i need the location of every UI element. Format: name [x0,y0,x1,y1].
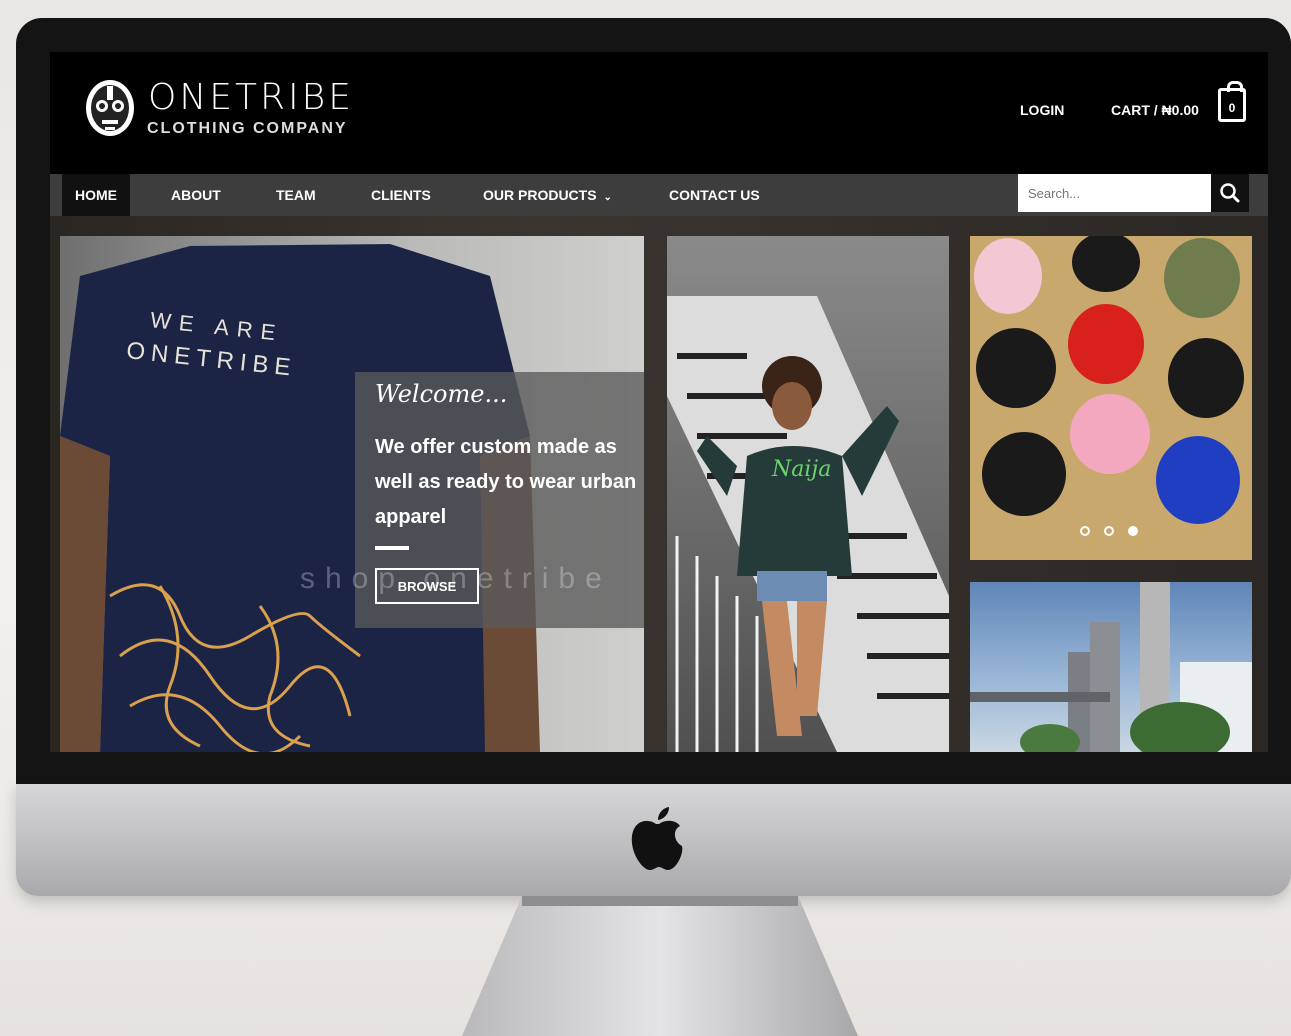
slider-dot-2[interactable] [1104,526,1114,536]
slider-dot-3[interactable] [1128,526,1138,536]
search-input[interactable] [1018,174,1211,212]
stairs-illustration: Naija [667,296,949,752]
nav-item-clients[interactable]: CLIENTS [371,174,431,216]
welcome-heading: Welcome... [375,380,508,408]
nav-item-label: OUR PRODUCTS [483,187,597,203]
hero-tagline: We offer custom made as well as ready to… [375,436,637,528]
hero-section: WE ARE ONETRIBE Welcome... We offer cust… [50,216,1268,752]
nav-item-contact-us[interactable]: CONTACT US [669,174,760,216]
slider-dot-1[interactable] [1080,526,1090,536]
chevron-down-icon: ⌄ [603,192,612,203]
nav-item-our-products[interactable]: OUR PRODUCTS ⌄ [483,174,612,216]
hero-caps-image [970,236,1252,560]
tribal-mask-logo-icon[interactable] [82,78,138,142]
caps-illustration [974,236,1244,524]
hero-tshirt-image: WE ARE ONETRIBE Welcome... We offer cust… [60,236,644,752]
brand-name[interactable]: ONETRIBE [148,78,354,118]
cart-link[interactable]: CART / ₦0.00 [1111,102,1199,118]
cart-bag-icon[interactable]: 0 [1218,81,1246,122]
hero-model-image: Naija [667,236,949,752]
nav-item-about[interactable]: ABOUT [171,174,221,216]
search-icon [1220,183,1240,203]
watermark-text: shop onetribe [300,562,612,595]
divider [375,546,409,550]
nav-item-team[interactable]: TEAM [276,174,316,216]
city-illustration [970,582,1252,752]
search-button[interactable] [1211,174,1249,212]
brand-subtitle: CLOTHING COMPANY [147,120,348,137]
svg-text:Naija: Naija [771,457,831,482]
login-link[interactable]: LOGIN [1020,102,1064,118]
website-screen: ONETRIBE CLOTHING COMPANY LOGIN CART / ₦… [50,52,1268,752]
site-header: ONETRIBE CLOTHING COMPANY LOGIN CART / ₦… [50,52,1268,174]
apple-logo-icon [631,807,683,870]
nav-item-home[interactable]: HOME [62,174,130,216]
monitor-stand [462,896,858,1036]
hero-city-image [970,582,1252,752]
